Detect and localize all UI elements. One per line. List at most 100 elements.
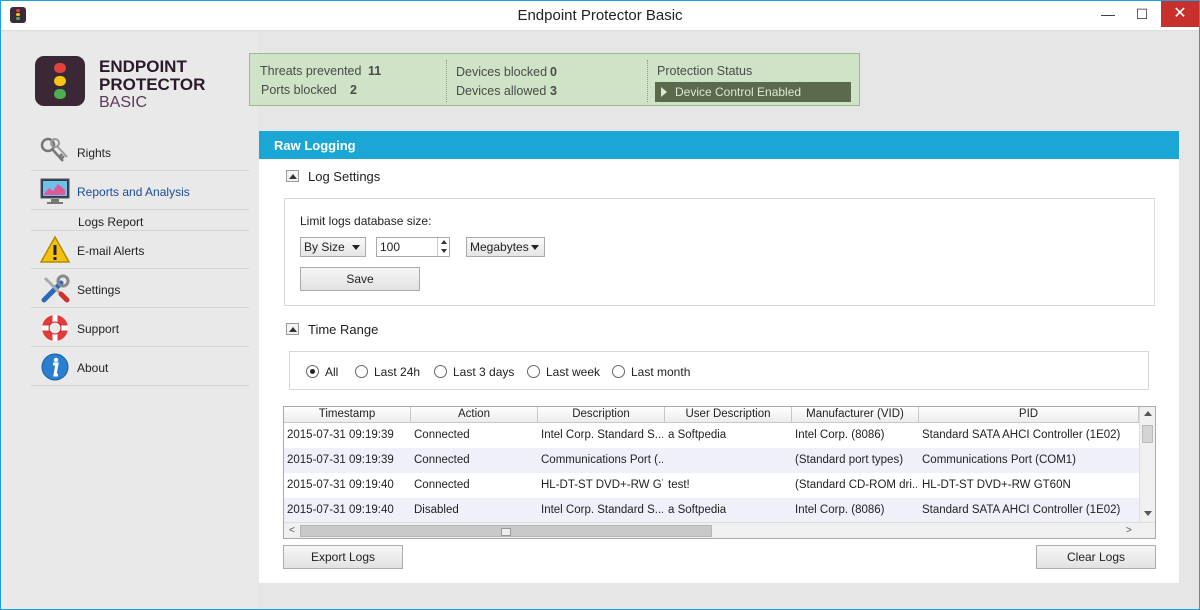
- sidebar-subitem-logs-report[interactable]: Logs Report: [78, 215, 143, 229]
- scroll-thumb[interactable]: [300, 525, 712, 537]
- table-cell: Intel Corp. Standard S...: [541, 429, 663, 441]
- protection-status-badge[interactable]: Device Control Enabled: [655, 82, 851, 102]
- limit-mode-value: By Size: [304, 240, 345, 254]
- radio-circle: [612, 365, 625, 378]
- size-unit-value: Megabytes: [470, 240, 529, 254]
- limit-mode-select[interactable]: By Size: [300, 237, 366, 257]
- brand-line-3: BASIC: [99, 94, 148, 111]
- table-row[interactable]: 2015-07-31 09:19:39 Connected Intel Corp…: [284, 423, 1139, 448]
- minimize-button[interactable]: —: [1091, 1, 1125, 27]
- table-cell: Connected: [414, 479, 470, 491]
- table-cell: Standard SATA AHCI Controller (1E02): [922, 429, 1121, 441]
- chevron-down-icon: [352, 245, 360, 250]
- export-logs-button[interactable]: Export Logs: [283, 545, 403, 569]
- sidebar-item-support[interactable]: Support: [31, 309, 249, 347]
- column-header[interactable]: User Description: [665, 407, 792, 423]
- radio-label: All: [325, 365, 339, 379]
- radio-circle: [527, 365, 540, 378]
- scroll-right-icon[interactable]: >: [1126, 526, 1132, 536]
- table-row[interactable]: 2015-07-31 09:19:40 Connected HL-DT-ST D…: [284, 473, 1139, 498]
- monitor-chart-icon: [40, 178, 70, 204]
- save-button[interactable]: Save: [300, 267, 420, 291]
- brand-line-1: ENDPOINT: [99, 57, 187, 76]
- sidebar-item-rights[interactable]: Rights: [31, 133, 249, 171]
- sidebar-item-label: Support: [77, 322, 120, 336]
- sidebar-item-label: Rights: [77, 146, 112, 160]
- devices-allowed-label: Devices allowed: [456, 84, 547, 98]
- ports-blocked-label: Ports blocked: [261, 83, 337, 97]
- vertical-scrollbar[interactable]: [1139, 407, 1155, 522]
- size-spinbox[interactable]: 100: [376, 237, 450, 257]
- spin-up-icon[interactable]: [437, 238, 449, 247]
- column-header[interactable]: PID: [919, 407, 1139, 423]
- sidebar-item-email-alerts[interactable]: E-mail Alerts: [31, 231, 249, 269]
- table-cell: 2015-07-31 09:19:39: [287, 454, 394, 466]
- ports-blocked-value: 2: [350, 83, 357, 97]
- sidebar-item-label: E-mail Alerts: [77, 244, 145, 258]
- table-cell: Intel Corp. Standard S...: [541, 504, 663, 516]
- table-cell: Connected: [414, 454, 470, 466]
- column-header[interactable]: Timestamp: [284, 407, 411, 423]
- tools-icon: [41, 274, 70, 303]
- traffic-light-logo-icon: [35, 56, 85, 106]
- sidebar-item-label: Reports and Analysis: [77, 185, 190, 199]
- time-range-title: Time Range: [308, 322, 379, 337]
- sidebar-item-reports[interactable]: Reports and Analysis: [31, 172, 249, 210]
- window-title: Endpoint Protector Basic: [517, 7, 683, 24]
- info-icon: [41, 353, 69, 381]
- scroll-left-icon[interactable]: <: [289, 526, 295, 536]
- radio-circle: [355, 365, 368, 378]
- table-header: Timestamp Action Description User Descri…: [284, 407, 1139, 423]
- column-header[interactable]: Manufacturer (VID): [792, 407, 919, 423]
- sidebar-item-settings[interactable]: Settings: [31, 270, 249, 308]
- radio-circle: [434, 365, 447, 378]
- size-unit-select[interactable]: Megabytes: [466, 237, 545, 257]
- protection-status-label: Protection Status: [657, 64, 753, 78]
- table-cell: HL-DT-ST DVD+-RW GT...: [541, 479, 663, 491]
- warning-icon: [39, 235, 71, 263]
- collapse-log-settings-button[interactable]: [286, 170, 299, 182]
- sidebar-item-label: About: [77, 361, 109, 375]
- scroll-thumb[interactable]: [1142, 425, 1153, 443]
- scroll-down-icon[interactable]: [1144, 511, 1152, 516]
- table-cell: Communications Port (COM1): [922, 454, 1077, 466]
- table-cell: 2015-07-31 09:19:40: [287, 504, 394, 516]
- close-button[interactable]: ✕: [1161, 1, 1199, 27]
- panel-title: Raw Logging: [274, 138, 356, 153]
- sidebar-item-label: Settings: [77, 283, 121, 297]
- scroll-up-icon[interactable]: [1144, 411, 1152, 416]
- table-row[interactable]: 2015-07-31 09:19:40 Disabled Intel Corp.…: [284, 498, 1139, 523]
- table-cell: (Standard port types): [795, 454, 904, 466]
- table-cell: Intel Corp. (8086): [795, 429, 885, 441]
- maximize-button[interactable]: ☐: [1125, 1, 1159, 27]
- radio-label: Last 3 days: [453, 365, 515, 379]
- table-cell: Intel Corp. (8086): [795, 504, 885, 516]
- clear-logs-button[interactable]: Clear Logs: [1036, 545, 1156, 569]
- devices-blocked-label: Devices blocked: [456, 65, 548, 79]
- stats-summary: Threats prevented 11 Ports blocked 2 Dev…: [249, 53, 860, 106]
- brand-line-2: PROTECTOR: [99, 75, 206, 94]
- radio-label: Last week: [546, 365, 601, 379]
- table-cell: test!: [668, 479, 690, 491]
- table-cell: Communications Port (...: [541, 454, 663, 466]
- time-range-box: All Last 24h Last 3 days Last week Last …: [289, 351, 1149, 390]
- table-row[interactable]: 2015-07-31 09:19:39 Connected Communicat…: [284, 448, 1139, 473]
- logs-table[interactable]: Timestamp Action Description User Descri…: [283, 406, 1156, 539]
- table-cell: Standard SATA AHCI Controller (1E02): [922, 504, 1121, 516]
- sidebar-item-about[interactable]: About: [31, 348, 249, 386]
- horizontal-scrollbar[interactable]: < >: [284, 522, 1155, 538]
- threats-prevented-label: Threats prevented: [260, 64, 362, 78]
- collapse-time-range-button[interactable]: [286, 323, 299, 335]
- stats-divider: [647, 60, 648, 102]
- column-header[interactable]: Description: [538, 407, 665, 423]
- table-cell: a Softpedia: [668, 429, 727, 441]
- spin-down-icon[interactable]: [437, 247, 449, 256]
- limit-size-label: Limit logs database size:: [300, 214, 432, 228]
- sidebar: ENDPOINT PROTECTOR BASIC Rights Reports …: [1, 32, 258, 609]
- table-cell: (Standard CD-ROM dri...: [795, 479, 917, 491]
- play-icon: [661, 87, 667, 97]
- column-header[interactable]: Action: [411, 407, 538, 423]
- radio-label: Last 24h: [374, 365, 421, 379]
- protection-status-text: Device Control Enabled: [675, 85, 802, 99]
- chevron-down-icon: [531, 245, 539, 250]
